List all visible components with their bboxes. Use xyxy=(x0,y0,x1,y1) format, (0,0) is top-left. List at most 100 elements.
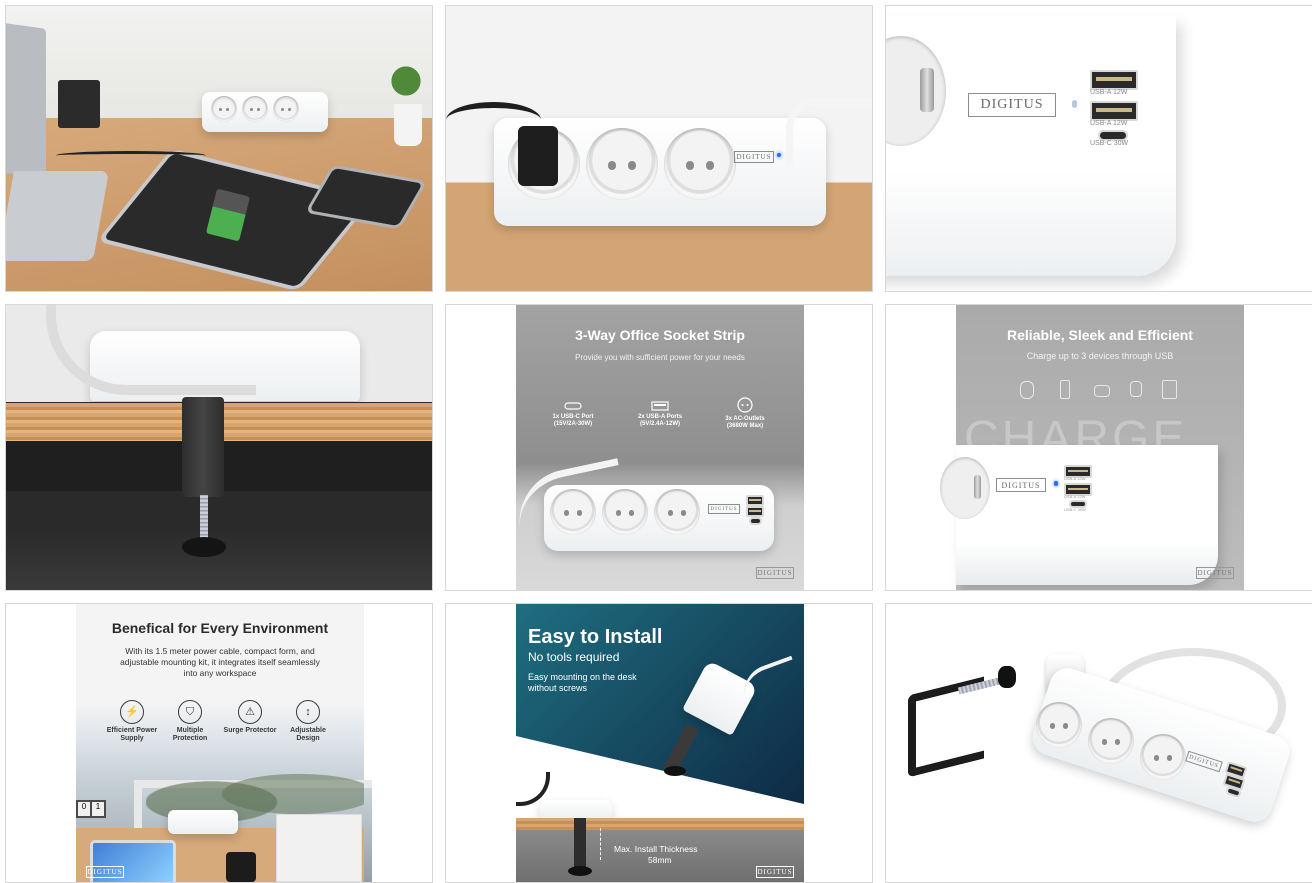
digitus-logo: DIGITUS xyxy=(968,93,1056,117)
port-label: USB-A 12W xyxy=(1064,476,1086,481)
desk-calendar: 0 1 xyxy=(76,800,106,818)
panel-subtitle: Charge up to 3 devices through USB xyxy=(1026,351,1174,361)
phone-icon xyxy=(1060,380,1070,399)
feature-usb-a: 2x USB-A Ports (5V/2.4A-12W) xyxy=(624,401,696,428)
digitus-logo: DIGITUS xyxy=(756,567,794,579)
port-label: USB-C 30W xyxy=(1090,140,1129,147)
drone-icon xyxy=(1094,385,1110,397)
ac-socket xyxy=(586,128,658,200)
gallery-tile-product-with-clamp[interactable]: DIGITUS xyxy=(885,603,1312,883)
product-image-gallery: DIGITUS DIGITUS USB-A 12W USB-A 12W USB-… xyxy=(5,5,1312,883)
digitus-logo: DIGITUS xyxy=(86,866,124,878)
feature-multiple-protection: ⛉ Multiple Protection xyxy=(160,700,220,743)
port-label: USB-A 12W xyxy=(1090,120,1128,127)
clamp-bracket xyxy=(908,676,984,778)
ac-socket xyxy=(242,96,268,122)
ac-socket xyxy=(550,489,596,535)
feature-label: 2x USB-A Ports xyxy=(637,414,683,420)
environment-panel: Benefical for Every Environment With its… xyxy=(76,604,372,882)
panel-body: Easy mounting on the desk without screws xyxy=(528,672,637,693)
usb-a-port xyxy=(1090,70,1138,90)
gallery-tile-charge-up[interactable]: Reliable, Sleek and Efficient Charge up … xyxy=(885,304,1312,591)
clamp-screw xyxy=(200,495,208,541)
gallery-tile-strip-closeup[interactable]: DIGITUS xyxy=(445,5,873,292)
digitus-logo: DIGITUS xyxy=(756,866,794,878)
digitus-logo: DIGITUS xyxy=(734,151,774,163)
panel-title: 3-Way Office Socket Strip xyxy=(575,327,745,343)
gallery-tile-desk-charging[interactable] xyxy=(5,5,433,292)
earbuds-icon xyxy=(1020,381,1034,399)
feature-efficient-power: ⚡ Efficient Power Supply xyxy=(102,700,162,743)
port-label: USB-C 30W xyxy=(1064,507,1086,512)
ac-socket xyxy=(1036,702,1082,748)
white-usb-cable xyxy=(786,98,872,165)
thickness-indicator xyxy=(600,828,602,860)
usb-a-port xyxy=(746,506,764,517)
warning-icon: ⚠ xyxy=(238,700,262,724)
digitus-logo: DIGITUS xyxy=(708,504,740,514)
clamp-knob xyxy=(998,666,1016,688)
feature-label: Multiple Protection xyxy=(172,727,208,742)
grey-panel: 3-Way Office Socket Strip Provide you wi… xyxy=(509,305,804,590)
port-label: USB-A 12W xyxy=(1064,494,1086,499)
watch-icon xyxy=(1130,381,1142,397)
gallery-tile-clamp-mount[interactable] xyxy=(5,304,433,591)
shield-icon: ⛉ xyxy=(178,700,202,724)
install-panel: Easy to Install No tools required Easy m… xyxy=(516,604,814,882)
ac-socket xyxy=(602,489,648,535)
calendar-digit: 0 xyxy=(78,802,90,816)
usb-a-port xyxy=(746,495,764,506)
ac-socket xyxy=(211,96,237,122)
clamp-bracket xyxy=(574,818,586,868)
feature-adjustable-design: ↕ Adjustable Design xyxy=(278,700,338,743)
wooden-desktop-edge xyxy=(516,818,804,830)
clamp-knob xyxy=(182,537,226,557)
socket-edge xyxy=(940,457,990,519)
gallery-tile-easy-install[interactable]: Easy to Install No tools required Easy m… xyxy=(445,603,873,883)
clamp-knob xyxy=(664,766,686,776)
laptop xyxy=(6,23,46,179)
feature-label: Surge Protector xyxy=(223,727,277,734)
ac-socket xyxy=(1140,734,1186,780)
ac-socket xyxy=(1088,718,1134,764)
feature-label: 1x USB-C Port xyxy=(552,414,594,420)
clamp-bracket xyxy=(182,397,224,497)
feature-usb-c: 1x USB-C Port (15V/2A-30W) xyxy=(538,401,608,428)
panel-body: With its 1.5 meter power cable, compact … xyxy=(120,646,320,678)
digitus-logo: DIGITUS xyxy=(996,478,1046,492)
usb-charger xyxy=(58,80,100,128)
usb-a-port xyxy=(1090,101,1138,121)
gallery-tile-socket-strip-features[interactable]: 3-Way Office Socket Strip Provide you wi… xyxy=(445,304,873,591)
clamp-inset-photo xyxy=(276,814,362,882)
clamp-knob xyxy=(568,866,592,876)
smartphone xyxy=(226,852,256,882)
black-cable xyxy=(446,102,541,138)
usb-c-port xyxy=(749,517,762,525)
feature-surge-protector: ⚠ Surge Protector xyxy=(220,700,280,735)
plant-pot xyxy=(394,104,422,146)
plant xyxy=(386,56,426,106)
feature-label: Efficient Power Supply xyxy=(106,727,158,742)
ac-socket xyxy=(664,128,736,200)
feature-spec: (5V/2.4A-12W) xyxy=(639,421,680,427)
feature-spec: (15V/2A-30W) xyxy=(553,421,593,427)
lightning-icon: ⚡ xyxy=(120,700,144,724)
port-label: USB-A 12W xyxy=(1090,89,1128,96)
power-strip xyxy=(540,800,612,820)
digitus-logo: DIGITUS xyxy=(1196,567,1234,579)
ac-outlet-icon xyxy=(737,397,753,413)
gallery-tile-usb-ports[interactable]: DIGITUS USB-A 12W USB-A 12W USB-C 30W xyxy=(885,5,1312,292)
gallery-tile-environment[interactable]: Benefical for Every Environment With its… xyxy=(5,603,433,883)
panel-subtitle: Provide you with sufficient power for yo… xyxy=(575,353,745,362)
power-strip xyxy=(168,810,238,834)
socket-ground-clip xyxy=(974,475,981,499)
panel-title: Easy to Install xyxy=(528,626,663,648)
status-led xyxy=(1054,481,1058,486)
panel-subtitle: No tools required xyxy=(528,650,620,664)
status-led xyxy=(1072,100,1077,108)
feature-spec: (3680W Max) xyxy=(726,423,764,429)
usb-a-icon xyxy=(651,401,669,411)
status-led xyxy=(777,153,781,157)
feature-label: Adjustable Design xyxy=(290,727,326,742)
calendar-digit: 1 xyxy=(92,802,104,816)
